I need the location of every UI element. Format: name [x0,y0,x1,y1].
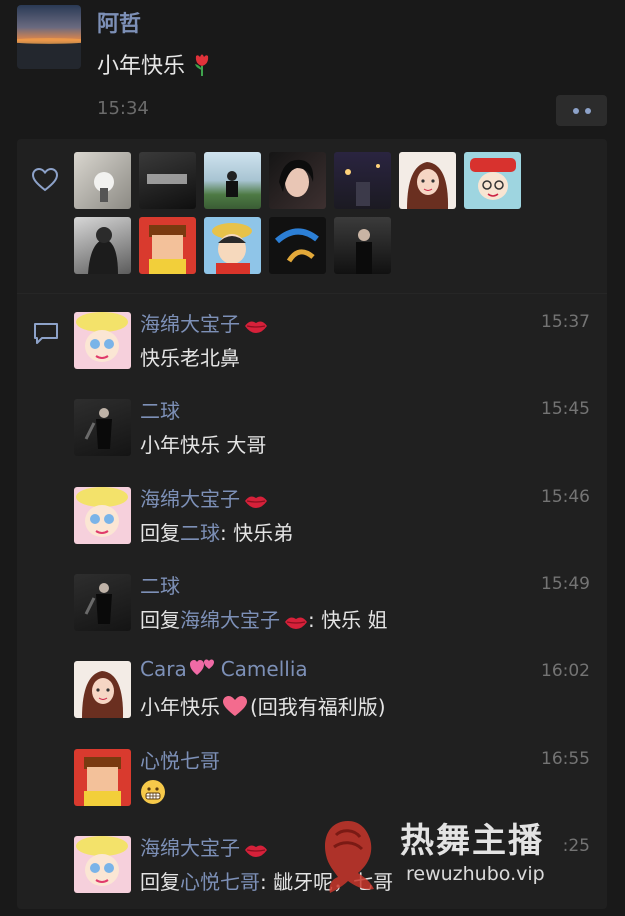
commenter-name[interactable]: 海绵大宝子 [140,832,268,861]
reply-to-name[interactable]: 海绵大宝子 [180,608,280,632]
comment-item[interactable]: Cara Camellia 16:02 小年快乐 (回我有福利版) [74,657,604,741]
comment-text-content: 小年快乐 [140,695,220,719]
comment-time: 16:02 [541,661,590,681]
like-avatar[interactable] [334,152,391,209]
commenter-avatar[interactable] [74,749,131,806]
like-avatar[interactable] [139,217,196,274]
like-avatar[interactable] [204,217,261,274]
commenter-avatar[interactable] [74,661,131,718]
reply-to-name[interactable]: 心悦七哥 [180,870,260,894]
watermark-logo-icon [324,821,374,893]
watermark-title: 热舞主播 [400,821,544,861]
likes-avatar-row-2 [74,217,391,274]
commenter-name-text: Camellia [220,657,308,681]
comment-text: 小年快乐 (回我有福利版) [140,691,386,720]
commenter-name-text: 海绵大宝子 [140,836,240,860]
commenter-name[interactable]: Cara Camellia [140,657,308,681]
commenter-avatar[interactable] [74,399,131,456]
comment-text-content: 快乐弟 [233,521,294,545]
like-avatar[interactable] [74,152,131,209]
commenter-name-text: Cara [140,657,187,681]
comment-text [140,779,166,806]
like-avatar[interactable] [204,152,261,209]
comment-time: 15:37 [541,312,590,332]
post-author-avatar[interactable] [17,5,81,69]
commenter-name[interactable]: 心悦七哥 [140,745,220,774]
comment-text: 回复海绵大宝子: 快乐 姐 [140,608,388,632]
comment-text: 回复二球: 快乐弟 [140,521,294,545]
comment-item[interactable]: 二球 15:45 小年快乐 大哥 [74,399,604,479]
commenter-avatar[interactable] [74,312,131,369]
commenter-name-text: 海绵大宝子 [140,312,240,336]
commenter-name[interactable]: 二球 [140,570,180,599]
reply-prefix: 回复 [140,608,180,632]
comment-text: 快乐老北鼻 [140,346,240,370]
comment-time: 15:45 [541,399,590,419]
heart-outline-icon [31,167,59,192]
watermark: 热舞主播 rewuzhubo.vip [300,805,620,902]
commenter-avatar[interactable] [74,836,131,893]
commenter-name[interactable]: 海绵大宝子 [140,308,268,337]
comment-text-content: (回我有福利版) [250,695,386,719]
commenter-avatar[interactable] [74,487,131,544]
comment-item[interactable]: 二球 15:49 回复海绵大宝子: 快乐 姐 [74,574,604,654]
post-text-content: 小年快乐 [97,54,186,79]
sunset-landscape-image [17,38,81,69]
like-avatar[interactable] [269,217,326,274]
comment-time: 15:46 [541,487,590,507]
like-avatar[interactable] [464,152,521,209]
comment-text: 小年快乐 大哥 [140,433,267,457]
like-avatar[interactable] [74,217,131,274]
like-avatar[interactable] [334,217,391,274]
kiss-lips-emoji-icon [245,321,267,333]
more-dots-icon [584,107,591,114]
kiss-lips-emoji-icon [245,496,267,508]
post-timestamp: 15:34 [97,98,149,119]
commenter-name-text: 海绵大宝子 [140,487,240,511]
reply-to-name[interactable]: 二球 [180,521,220,545]
kiss-lips-emoji-icon [245,845,267,857]
commenter-name[interactable]: 二球 [140,395,180,424]
kiss-lips-emoji-icon [285,617,307,629]
post-text: 小年快乐 [97,48,212,80]
pink-heart-emoji-icon [223,696,247,716]
like-avatar[interactable] [269,152,326,209]
tulip-emoji-icon [195,54,209,76]
comment-time: 16:55 [541,749,590,769]
more-dots-icon [572,107,579,114]
likes-avatar-row-1 [74,152,521,209]
commenter-avatar[interactable] [74,574,131,631]
divider [17,293,607,294]
commenter-name[interactable]: 海绵大宝子 [140,483,268,512]
comment-text-content: 快乐 姐 [321,608,388,632]
like-avatar[interactable] [399,152,456,209]
post-author-name[interactable]: 阿哲 [97,6,141,38]
comment-item[interactable]: 海绵大宝子 15:37 快乐老北鼻 [74,312,604,392]
comment-item[interactable]: 海绵大宝子 15:46 回复二球: 快乐弟 [74,487,604,567]
reply-prefix: 回复 [140,521,180,545]
grin-emoji-icon [141,780,165,804]
watermark-url: rewuzhubo.vip [406,863,545,885]
reply-prefix: 回复 [140,870,180,894]
like-avatar[interactable] [139,152,196,209]
comment-time: 15:49 [541,574,590,594]
more-options-button[interactable] [556,95,607,126]
two-hearts-emoji-icon [189,659,214,675]
comment-bubble-icon [34,323,58,344]
